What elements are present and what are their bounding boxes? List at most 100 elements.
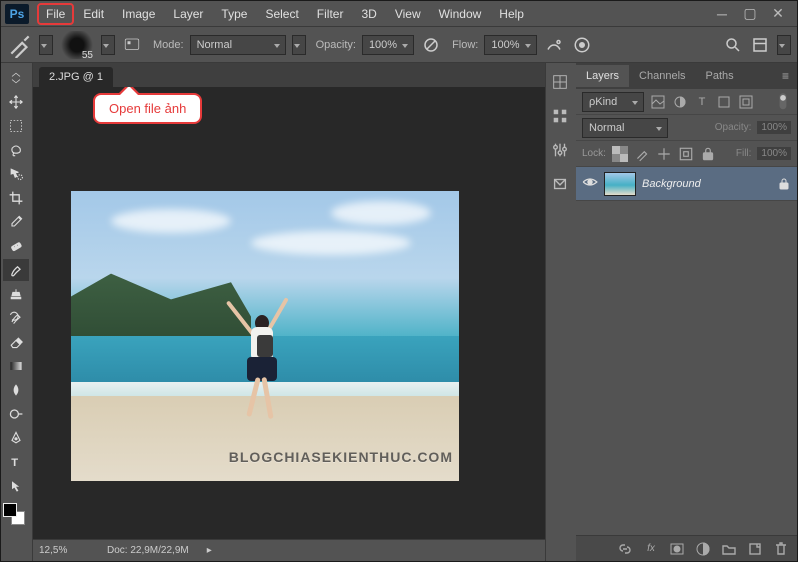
menu-file[interactable]: File (37, 3, 74, 25)
dodge-tool[interactable] (3, 403, 29, 425)
fill-label: Fill: (736, 148, 752, 159)
document-tab[interactable]: 2.JPG @ 1 (39, 67, 113, 87)
healing-tool[interactable] (3, 235, 29, 257)
mode-extra-dropdown[interactable] (292, 35, 306, 55)
tab-paths[interactable]: Paths (696, 65, 744, 87)
opacity-dropdown[interactable]: 100% (362, 35, 414, 55)
lock-artboard-icon[interactable] (678, 146, 694, 162)
document-tabs: 2.JPG @ 1 (33, 63, 545, 87)
menu-edit[interactable]: Edit (74, 3, 113, 25)
tool-preset-picker[interactable] (7, 32, 33, 58)
tab-layers[interactable]: Layers (576, 65, 629, 87)
lock-transparent-icon[interactable] (612, 146, 628, 162)
app-logo: Ps (5, 4, 29, 24)
pressure-size-icon[interactable] (571, 34, 593, 56)
tab-channels[interactable]: Channels (629, 65, 695, 87)
brush-panel-toggle-icon[interactable] (121, 34, 143, 56)
layer-row[interactable]: Background (576, 167, 797, 201)
panel-menu-icon[interactable]: ≡ (774, 69, 797, 83)
path-select-tool[interactable] (3, 475, 29, 497)
menu-window[interactable]: Window (430, 3, 491, 25)
adjustments-panel-icon[interactable] (549, 139, 571, 161)
lock-icon[interactable] (777, 177, 791, 191)
callout-annotation: Open file ảnh (93, 93, 202, 124)
crop-tool[interactable] (3, 187, 29, 209)
menu-help[interactable]: Help (490, 3, 533, 25)
fx-icon[interactable]: fx (643, 541, 659, 557)
mode-label: Mode: (153, 39, 184, 51)
foreground-background-colors[interactable] (3, 503, 25, 525)
blend-mode-dropdown[interactable]: Normal (190, 35, 286, 55)
filter-adjust-icon[interactable] (672, 94, 688, 110)
airbrush-icon[interactable] (543, 34, 565, 56)
foreground-color-swatch[interactable] (3, 503, 17, 517)
lock-pixels-icon[interactable] (634, 146, 650, 162)
menu-layer[interactable]: Layer (164, 3, 212, 25)
workspace-switcher-icon[interactable] (749, 34, 771, 56)
new-layer-icon[interactable] (747, 541, 763, 557)
brush-preview[interactable]: 55 (59, 31, 95, 59)
canvas[interactable]: Open file ảnh BLOGCHIASEKIENTHUC (33, 87, 545, 539)
image-content: BLOGCHIASEKIENTHUC.COM (71, 191, 459, 481)
lasso-tool[interactable] (3, 139, 29, 161)
clone-stamp-tool[interactable] (3, 283, 29, 305)
link-icon[interactable] (617, 541, 633, 557)
gradient-tool[interactable] (3, 355, 29, 377)
menu-select[interactable]: Select (256, 3, 307, 25)
trash-icon[interactable] (773, 541, 789, 557)
brush-size-value: 55 (82, 50, 93, 61)
flow-dropdown[interactable]: 100% (484, 35, 536, 55)
minimize-button[interactable]: ─ (713, 7, 731, 21)
layer-opacity-value[interactable]: 100% (757, 121, 791, 134)
adjustment-icon[interactable] (695, 541, 711, 557)
menu-3d[interactable]: 3D (352, 3, 385, 25)
maximize-button[interactable]: ▢ (741, 7, 759, 21)
brush-tool[interactable] (3, 259, 29, 281)
filter-type-icon[interactable]: T (694, 94, 710, 110)
lock-position-icon[interactable] (656, 146, 672, 162)
filter-shape-icon[interactable] (716, 94, 732, 110)
fill-value[interactable]: 100% (757, 147, 791, 160)
eraser-tool[interactable] (3, 331, 29, 353)
type-tool[interactable]: T (3, 451, 29, 473)
menu-image[interactable]: Image (113, 3, 164, 25)
menu-filter[interactable]: Filter (308, 3, 353, 25)
visibility-toggle-icon[interactable] (582, 176, 598, 191)
blur-tool[interactable] (3, 379, 29, 401)
document-area: 2.JPG @ 1 Open file ảnh (33, 63, 545, 561)
brush-picker-dropdown[interactable] (101, 35, 115, 55)
layer-blend-dropdown[interactable]: Normal (582, 118, 668, 138)
collapsed-dock (546, 63, 576, 561)
marquee-tool[interactable] (3, 115, 29, 137)
menu-bar: Ps File Edit Image Layer Type Select Fil… (1, 1, 797, 27)
mask-icon[interactable] (669, 541, 685, 557)
zoom-value[interactable]: 12,5% (39, 545, 89, 556)
styles-panel-icon[interactable] (549, 173, 571, 195)
tool-preset-dropdown[interactable] (39, 35, 53, 55)
lock-all-icon[interactable] (700, 146, 716, 162)
layer-name[interactable]: Background (642, 178, 701, 190)
filter-toggle-icon[interactable] (775, 94, 791, 110)
pressure-opacity-icon[interactable] (420, 34, 442, 56)
menu-view[interactable]: View (386, 3, 430, 25)
expand-toolbox-icon[interactable] (3, 67, 29, 89)
color-panel-icon[interactable] (549, 71, 571, 93)
filter-kind-dropdown[interactable]: ρ Kind (582, 92, 644, 112)
move-tool[interactable] (3, 91, 29, 113)
close-button[interactable]: ✕ (769, 7, 787, 21)
filter-smart-icon[interactable] (738, 94, 754, 110)
filter-pixel-icon[interactable] (650, 94, 666, 110)
history-brush-tool[interactable] (3, 307, 29, 329)
layer-list: Background (576, 167, 797, 535)
quick-select-tool[interactable] (3, 163, 29, 185)
pen-tool[interactable] (3, 427, 29, 449)
group-icon[interactable] (721, 541, 737, 557)
menu-type[interactable]: Type (212, 3, 256, 25)
swatches-panel-icon[interactable] (549, 105, 571, 127)
status-flyout-icon[interactable]: ▸ (207, 545, 212, 556)
search-icon[interactable] (723, 35, 743, 55)
workspace-dropdown[interactable] (777, 35, 791, 55)
eyedropper-tool[interactable] (3, 211, 29, 233)
right-panels: Layers Channels Paths ≡ ρ Kind T Normal (545, 63, 797, 561)
layer-thumbnail[interactable] (604, 172, 636, 196)
